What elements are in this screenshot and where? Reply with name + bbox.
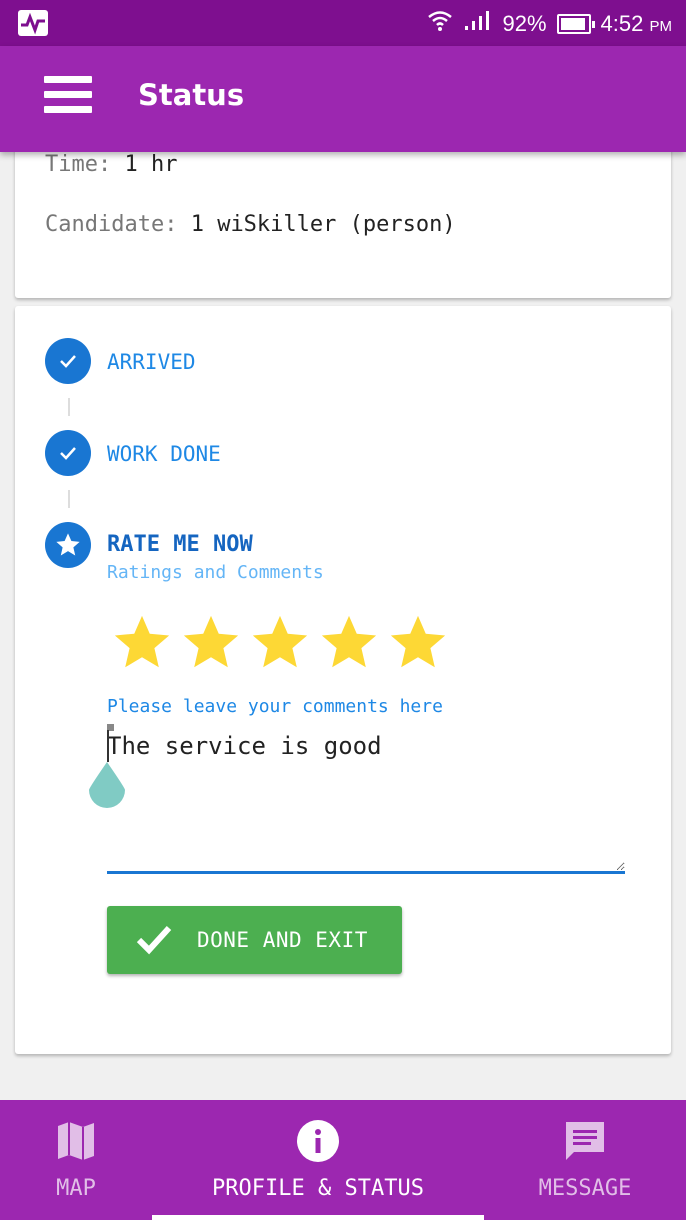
info-icon	[296, 1118, 340, 1164]
step-arrived: ARRIVED	[107, 350, 196, 374]
nav-profile-status[interactable]: PROFILE & STATUS	[152, 1100, 484, 1220]
step-connector	[68, 398, 70, 416]
clock-ampm: PM	[649, 18, 673, 35]
star-icon[interactable]	[387, 612, 449, 674]
page-title: Status	[138, 78, 245, 112]
candidate-value: 1 wiSkiller (person)	[190, 212, 456, 237]
candidate-row: Candidate: 1 wiSkiller (person)	[45, 212, 456, 237]
time-label: Time:	[45, 152, 112, 177]
bottom-navigation: MAP PROFILE & STATUS MESSAGE	[0, 1100, 686, 1220]
step-rate-me-now: RATE ME NOW	[107, 532, 253, 557]
cursor-handle-icon[interactable]	[87, 762, 127, 808]
star-icon[interactable]	[249, 612, 311, 674]
map-icon	[56, 1118, 96, 1164]
job-details-card: Time: 1 hr Candidate: 1 wiSkiller (perso…	[15, 130, 671, 298]
menu-icon[interactable]	[44, 76, 92, 116]
star-icon[interactable]	[318, 612, 380, 674]
clock-time: 4:52	[600, 11, 644, 36]
time-row: Time: 1 hr	[45, 152, 177, 177]
nav-message[interactable]: MESSAGE	[484, 1100, 686, 1220]
done-and-exit-button[interactable]: DONE AND EXIT	[107, 906, 402, 974]
done-button-label: DONE AND EXIT	[197, 928, 368, 952]
check-icon	[45, 338, 91, 384]
clock: 4:52 PM	[601, 11, 672, 37]
battery-icon	[556, 14, 595, 34]
activity-icon	[18, 10, 48, 36]
step-sublabel: Ratings and Comments	[107, 562, 324, 583]
time-value: 1 hr	[124, 152, 178, 177]
wifi-icon	[427, 10, 453, 38]
battery-percent: 92%	[502, 11, 547, 36]
nav-map[interactable]: MAP	[0, 1100, 152, 1220]
comment-field[interactable]	[107, 726, 625, 874]
check-icon	[45, 430, 91, 476]
app-bar: Status	[0, 46, 686, 152]
comment-label: Please leave your comments here	[107, 696, 443, 717]
text-cursor	[107, 730, 109, 762]
star-rating[interactable]	[111, 612, 449, 674]
star-icon[interactable]	[111, 612, 173, 674]
signal-icon	[463, 10, 493, 38]
nav-profile-status-label: PROFILE & STATUS	[212, 1176, 424, 1201]
star-icon[interactable]	[180, 612, 242, 674]
step-work-done: WORK DONE	[107, 442, 221, 466]
check-icon	[136, 925, 172, 955]
active-tab-indicator	[152, 1215, 484, 1220]
nav-map-label: MAP	[56, 1176, 96, 1201]
candidate-label: Candidate:	[45, 212, 178, 237]
star-icon	[45, 522, 91, 568]
step-connector	[68, 490, 70, 508]
status-stepper-card: ARRIVED WORK DONE RATE ME NOW Ratings an…	[15, 306, 671, 1054]
nav-message-label: MESSAGE	[538, 1176, 632, 1201]
status-bar: 92% 4:52 PM	[0, 0, 686, 46]
message-icon	[563, 1118, 607, 1164]
